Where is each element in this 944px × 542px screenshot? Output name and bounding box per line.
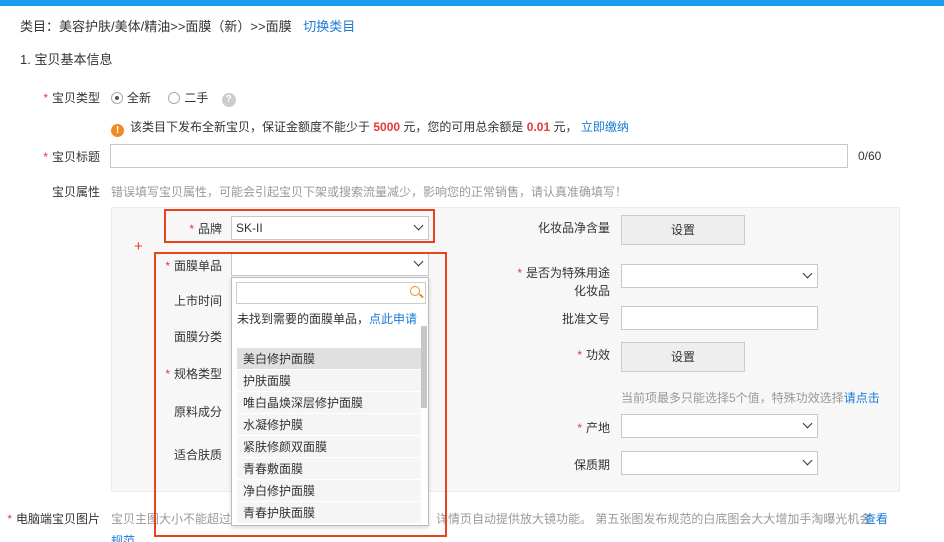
- approval-number-label: 批准文号: [561, 312, 610, 326]
- top-accent-bar: [0, 0, 944, 6]
- efficacy-hint: 当前项最多只能选择5个值，特殊功效选择请点击: [621, 391, 880, 405]
- plus-mark: +: [134, 238, 143, 255]
- efficacy-click-link[interactable]: 请点击: [844, 391, 880, 405]
- approval-number-input[interactable]: [621, 306, 818, 330]
- radio-used[interactable]: [168, 92, 181, 104]
- view-rules-link[interactable]: 查看: [864, 510, 888, 527]
- special-use-label: * 是否为特殊用途 化妆品: [517, 266, 610, 298]
- section-title: 1. 宝贝基本信息: [20, 52, 113, 67]
- origin-label: * 产地: [577, 421, 610, 435]
- chevron-down-icon: [802, 455, 813, 466]
- available-balance: 0.01: [526, 120, 551, 134]
- item-type-options: 全新 二手 ?: [111, 89, 236, 107]
- efficacy-label: * 功效: [577, 348, 610, 362]
- chevron-down-icon: [802, 268, 813, 279]
- item-title-input[interactable]: [110, 144, 848, 168]
- pc-images-label: * 电脑端宝贝图片: [7, 512, 100, 526]
- required-amount: 5000: [373, 120, 401, 134]
- pay-now-link[interactable]: 立即缴纳: [581, 120, 629, 134]
- attributes-label: 宝贝属性: [51, 185, 100, 199]
- notice-text-post: 元，: [553, 120, 578, 134]
- item-type-label: * 宝贝类型: [43, 91, 100, 105]
- breadcrumb-text: 类目：美容护肤/美体/精油>>面膜（新）>>面膜: [20, 19, 292, 34]
- efficacy-set-button[interactable]: 设置: [621, 342, 745, 372]
- radio-new[interactable]: [111, 92, 123, 104]
- attributes-hint: 错误填写宝贝属性，可能会引起宝贝下架或搜索流量减少，影响您的正常销售，请认真准确…: [111, 185, 628, 199]
- highlight-box-product: [154, 252, 447, 537]
- highlight-box-brand: [164, 209, 435, 243]
- title-char-counter: 0/60: [858, 149, 882, 163]
- special-use-select[interactable]: [621, 264, 818, 288]
- notice-text-pre: 该类目下发布全新宝贝，保证金额度不能少于: [130, 120, 371, 134]
- shelf-life-select[interactable]: [621, 451, 818, 475]
- origin-select[interactable]: [621, 414, 818, 438]
- help-icon[interactable]: ?: [221, 93, 236, 107]
- deposit-notice: ! 该类目下发布全新宝贝，保证金额度不能少于 5000 元，您的可用总余额是 0.…: [111, 118, 629, 137]
- net-content-set-button[interactable]: 设置: [621, 215, 745, 245]
- warning-icon: !: [111, 124, 124, 137]
- view-rules-link-wrap[interactable]: 规范: [111, 532, 135, 542]
- shelf-life-label: 保质期: [573, 458, 610, 472]
- radio-new-label: 全新: [127, 91, 152, 105]
- notice-text-mid: 元，您的可用总余额是: [403, 120, 524, 134]
- switch-category-link[interactable]: 切换类目: [303, 19, 355, 34]
- item-title-label: * 宝贝标题: [43, 150, 100, 164]
- net-content-label: 化妆品净含量: [537, 221, 610, 235]
- pc-images-hint-end: 详情页自动提供放大镜功能。 第五张图发布规范的白底图会大大增加手淘曝光机会: [436, 512, 872, 526]
- radio-used-label: 二手: [184, 91, 209, 105]
- chevron-down-icon: [802, 418, 813, 429]
- breadcrumb: 类目：美容护肤/美体/精油>>面膜（新）>>面膜 切换类目: [20, 16, 355, 35]
